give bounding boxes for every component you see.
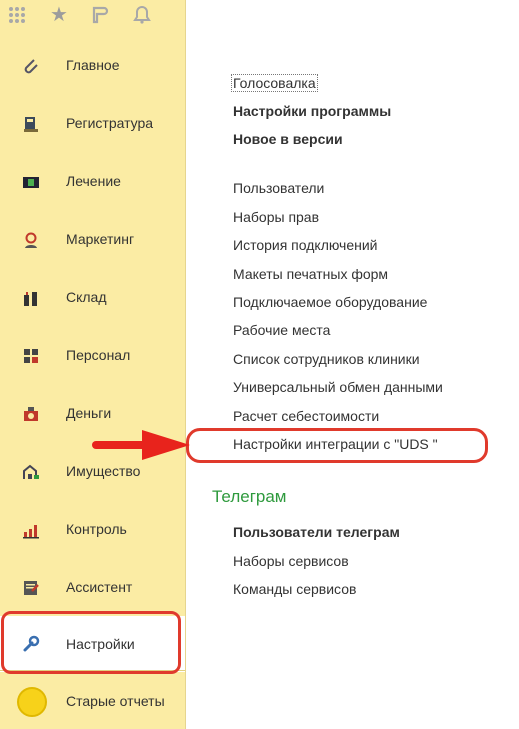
link-voting[interactable]: Голосовалка: [231, 74, 318, 92]
sidebar-item-marketing[interactable]: Маркетинг: [0, 218, 185, 262]
sidebar-item-treatment[interactable]: Лечение: [0, 160, 185, 204]
link-clinic-staff-list[interactable]: Список сотрудников клиники: [233, 351, 420, 367]
link-service-sets[interactable]: Наборы сервисов: [233, 553, 349, 569]
link-connected-equipment[interactable]: Подключаемое оборудование: [233, 294, 427, 310]
sidebar-item-staff[interactable]: Персонал: [0, 334, 185, 378]
settings-highlight: [1, 611, 181, 674]
chart-icon: [22, 521, 40, 539]
sidebar-item-label: Маркетинг: [66, 231, 135, 247]
red-arrow-icon: [92, 430, 190, 460]
sidebar-item-label: Лечение: [66, 173, 121, 189]
link-connection-history[interactable]: История подключений: [233, 237, 378, 253]
apps-grid-icon[interactable]: [6, 4, 28, 26]
sidebar-item-control[interactable]: Контроль: [0, 508, 185, 552]
paperclip-icon: [22, 57, 40, 75]
link-program-settings[interactable]: Настройки программы: [233, 103, 391, 119]
sidebar-item-label: Персонал: [66, 347, 131, 363]
link-universal-data-exchange[interactable]: Универсальный обмен данными: [233, 379, 443, 395]
link-cost-calculation[interactable]: Расчет себестоимости: [233, 408, 379, 424]
link-telegram-users[interactable]: Пользователи телеграм: [233, 524, 400, 540]
sidebar-item-label: Склад: [66, 289, 107, 305]
warehouse-icon: [22, 289, 40, 307]
uds-highlight: [186, 428, 488, 463]
link-service-commands[interactable]: Команды сервисов: [233, 581, 356, 597]
sidebar-item-assistant[interactable]: Ассистент: [0, 566, 185, 610]
staff-icon: [22, 347, 40, 365]
reception-icon: [22, 115, 40, 133]
sidebar-topbar: ★: [0, 0, 185, 34]
star-icon[interactable]: ★: [48, 4, 70, 26]
link-version-news[interactable]: Новое в версии: [233, 131, 343, 147]
treatment-icon: [22, 173, 40, 191]
sidebar-item-reception[interactable]: Регистратура: [0, 102, 185, 146]
sidebar-item-warehouse[interactable]: Склад: [0, 276, 185, 320]
bell-icon[interactable]: [131, 4, 153, 26]
sidebar-item-label: Старые отчеты: [66, 693, 165, 709]
telegram-section-title: Телеграм: [212, 487, 287, 506]
link-workplaces[interactable]: Рабочие места: [233, 322, 330, 338]
sidebar-item-main[interactable]: Главное: [0, 44, 185, 88]
link-print-templates[interactable]: Макеты печатных форм: [233, 266, 388, 282]
sidebar-item-old-reports[interactable]: Старые отчеты: [0, 680, 185, 724]
history-icon[interactable]: [89, 4, 111, 26]
sidebar-item-label: Главное: [66, 57, 120, 73]
sidebar-item-label: Имущество: [66, 463, 141, 479]
link-rights-sets[interactable]: Наборы прав: [233, 209, 319, 225]
property-icon: [22, 463, 40, 481]
money-icon: [22, 405, 40, 423]
link-users[interactable]: Пользователи: [233, 180, 324, 196]
sidebar-item-label: Контроль: [66, 521, 127, 537]
sidebar-item-label: Ассистент: [66, 579, 133, 595]
circle-icon: [16, 686, 48, 718]
marketing-icon: [22, 231, 40, 249]
sidebar-item-label: Деньги: [66, 405, 112, 421]
sidebar-item-label: Регистратура: [66, 115, 154, 131]
assistant-icon: [22, 579, 40, 597]
